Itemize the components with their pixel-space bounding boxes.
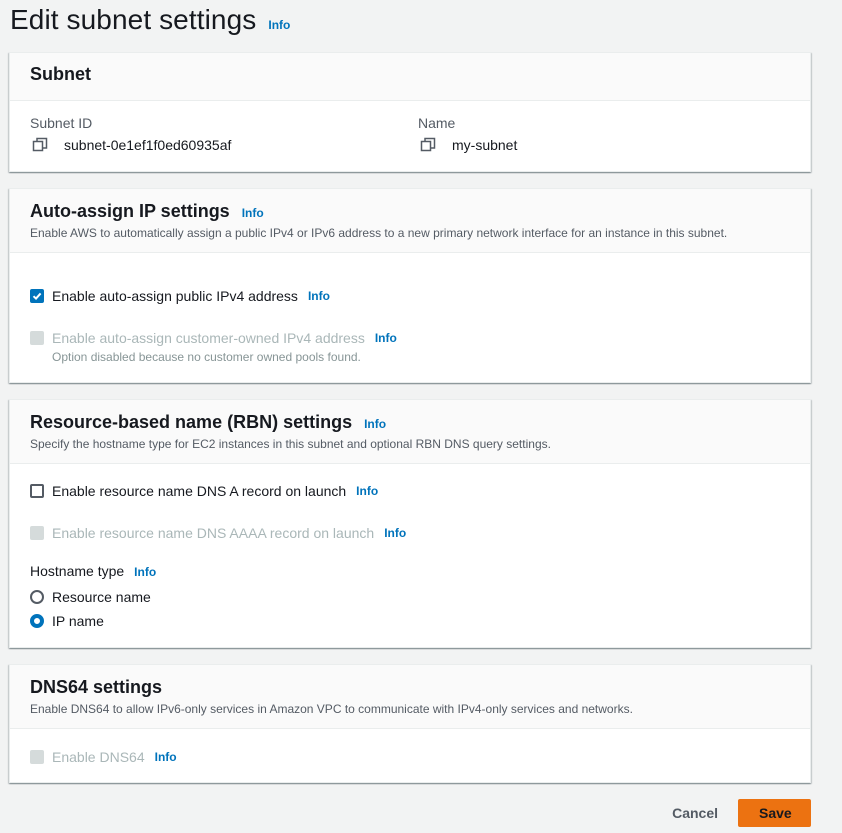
- dns64-info-link[interactable]: Info: [155, 750, 177, 764]
- dns-a-checkbox[interactable]: [30, 484, 44, 498]
- cancel-button[interactable]: Cancel: [652, 799, 738, 827]
- hostname-option-resource-name: Resource name: [30, 589, 151, 605]
- dns-aaaa-label: Enable resource name DNS AAAA record on …: [52, 525, 375, 541]
- subnet-name-value: my-subnet: [452, 137, 518, 153]
- customer-ipv4-label: Enable auto-assign customer-owned IPv4 a…: [52, 330, 365, 346]
- auto-assign-info-link[interactable]: Info: [242, 206, 264, 220]
- resource-name-radio[interactable]: [30, 590, 44, 604]
- form-actions: Cancel Save: [652, 799, 811, 827]
- customer-ipv4-note: Option disabled because no customer owne…: [52, 350, 361, 364]
- dns64-title-row: DNS64 settings: [30, 677, 790, 698]
- subnet-id-row: subnet-0e1ef1f0ed60935af: [30, 137, 231, 153]
- resource-name-label[interactable]: Resource name: [52, 589, 151, 605]
- dns64-heading: DNS64 settings: [30, 677, 163, 697]
- page-header: Edit subnet settings Info: [10, 4, 290, 36]
- page-title: Edit subnet settings: [10, 4, 257, 35]
- subnet-panel-body: Subnet ID subnet-0e1ef1f0ed60935af Name …: [10, 101, 810, 171]
- subnet-panel: Subnet Subnet ID subnet-0e1ef1f0ed60935a…: [9, 52, 811, 172]
- dns-a-option: Enable resource name DNS A record on lau…: [30, 483, 378, 499]
- subnet-panel-header: Subnet: [10, 53, 810, 101]
- subnet-id-field: Subnet ID subnet-0e1ef1f0ed60935af: [30, 115, 231, 153]
- auto-assign-title-row: Auto-assign IP settings Info: [30, 201, 790, 222]
- dns-a-info-link[interactable]: Info: [356, 484, 378, 498]
- hostname-type-label: Hostname type: [30, 563, 125, 579]
- dns-a-label[interactable]: Enable resource name DNS A record on lau…: [52, 483, 346, 499]
- customer-ipv4-option: Enable auto-assign customer-owned IPv4 a…: [30, 330, 397, 346]
- dns64-header: DNS64 settings Enable DNS64 to allow IPv…: [10, 665, 810, 729]
- subnet-id-label: Subnet ID: [30, 115, 93, 131]
- check-icon: [32, 292, 42, 301]
- rbn-info-link[interactable]: Info: [364, 417, 386, 431]
- hostname-type-label-row: Hostname type Info: [30, 563, 156, 579]
- auto-assign-header: Auto-assign IP settings Info Enable AWS …: [10, 189, 810, 253]
- rbn-header: Resource-based name (RBN) settings Info …: [10, 400, 810, 464]
- dns64-checkbox: [30, 750, 44, 764]
- dns-aaaa-info-link[interactable]: Info: [384, 526, 406, 540]
- copy-icon[interactable]: [32, 137, 48, 153]
- auto-assign-panel: Auto-assign IP settings Info Enable AWS …: [9, 188, 811, 383]
- customer-ipv4-checkbox: [30, 331, 44, 345]
- auto-assign-heading: Auto-assign IP settings: [30, 201, 230, 221]
- dns64-option: Enable DNS64 Info: [30, 749, 177, 765]
- ipv4-info-link[interactable]: Info: [308, 289, 330, 303]
- subnet-name-field: Name my-subnet: [418, 115, 517, 153]
- rbn-title-row: Resource-based name (RBN) settings Info: [30, 412, 790, 433]
- dns-aaaa-checkbox: [30, 526, 44, 540]
- auto-assign-description: Enable AWS to automatically assign a pub…: [30, 226, 728, 240]
- rbn-heading: Resource-based name (RBN) settings: [30, 412, 353, 432]
- subnet-name-label: Name: [418, 115, 456, 131]
- hostname-type-info-link[interactable]: Info: [134, 565, 156, 579]
- dns64-label: Enable DNS64: [52, 749, 145, 765]
- dns-aaaa-option: Enable resource name DNS AAAA record on …: [30, 525, 406, 541]
- ip-name-label[interactable]: IP name: [52, 613, 104, 629]
- customer-ipv4-info-link[interactable]: Info: [375, 331, 397, 345]
- ip-name-radio[interactable]: [30, 614, 44, 628]
- page-info-link[interactable]: Info: [268, 18, 290, 32]
- hostname-option-ip-name: IP name: [30, 613, 104, 629]
- subnet-name-row: my-subnet: [418, 137, 517, 153]
- rbn-panel: Resource-based name (RBN) settings Info …: [9, 399, 811, 648]
- save-button[interactable]: Save: [738, 799, 811, 827]
- copy-icon[interactable]: [420, 137, 436, 153]
- ipv4-option: Enable auto-assign public IPv4 address I…: [30, 288, 330, 304]
- subnet-heading: Subnet: [30, 64, 91, 84]
- rbn-description: Specify the hostname type for EC2 instan…: [30, 437, 551, 451]
- dns64-panel: DNS64 settings Enable DNS64 to allow IPv…: [9, 664, 811, 783]
- dns64-description: Enable DNS64 to allow IPv6-only services…: [30, 702, 633, 716]
- ipv4-checkbox[interactable]: [30, 289, 44, 303]
- ipv4-label[interactable]: Enable auto-assign public IPv4 address: [52, 288, 298, 304]
- subnet-id-value: subnet-0e1ef1f0ed60935af: [64, 137, 232, 153]
